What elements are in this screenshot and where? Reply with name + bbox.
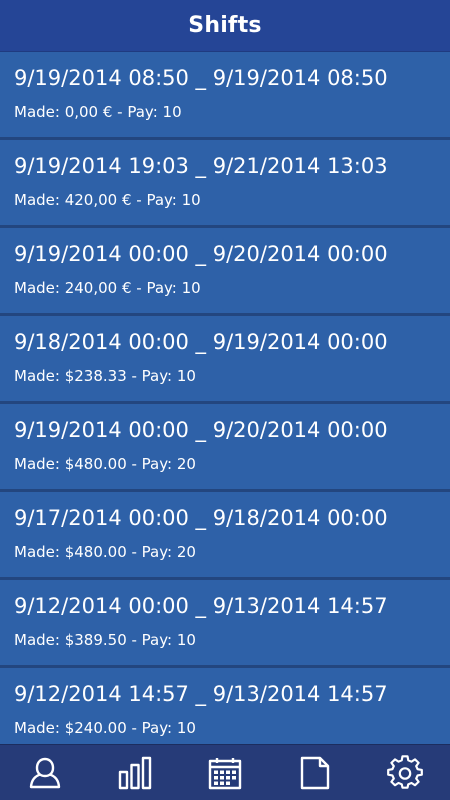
shift-date-range: 9/12/2014 14:57 _ 9/13/2014 14:57 <box>14 682 388 706</box>
shift-summary: Made: 0,00 € - Pay: 10 <box>14 103 182 121</box>
shift-summary: Made: $480.00 - Pay: 20 <box>14 455 196 473</box>
shift-summary: Made: $240.00 - Pay: 10 <box>14 719 196 737</box>
page-title: Shifts <box>188 13 262 38</box>
shift-summary: Made: $389.50 - Pay: 10 <box>14 631 196 649</box>
shift-summary: Made: $238.33 - Pay: 10 <box>14 367 196 385</box>
bottom-tab-bar <box>0 744 450 800</box>
shift-summary: Made: 240,00 € - Pay: 10 <box>14 279 201 297</box>
shift-date-range: 9/19/2014 19:03 _ 9/21/2014 13:03 <box>14 154 388 178</box>
shift-date-range: 9/17/2014 00:00 _ 9/18/2014 00:00 <box>14 506 388 530</box>
shift-date-range: 9/12/2014 00:00 _ 9/13/2014 14:57 <box>14 594 388 618</box>
tab-settings[interactable] <box>360 745 450 800</box>
calendar-icon <box>208 757 242 789</box>
shift-list-item[interactable]: 9/19/2014 00:00 _ 9/20/2014 00:00 Made: … <box>0 228 450 316</box>
settings-gear-icon <box>387 754 423 789</box>
shift-list-item[interactable]: 9/19/2014 19:03 _ 9/21/2014 13:03 Made: … <box>0 140 450 228</box>
shift-list-item[interactable]: 9/17/2014 00:00 _ 9/18/2014 00:00 Made: … <box>0 492 450 580</box>
shift-date-range: 9/19/2014 00:00 _ 9/20/2014 00:00 <box>14 242 388 266</box>
shift-list-item[interactable]: 9/19/2014 08:50 _ 9/19/2014 08:50 Made: … <box>0 52 450 140</box>
shift-list[interactable]: 9/19/2014 08:50 _ 9/19/2014 08:50 Made: … <box>0 52 450 744</box>
shift-list-item[interactable]: 9/12/2014 14:57 _ 9/13/2014 14:57 Made: … <box>0 668 450 744</box>
shift-summary: Made: $480.00 - Pay: 20 <box>14 543 196 561</box>
tab-reports[interactable] <box>270 745 360 800</box>
shift-list-item[interactable]: 9/18/2014 00:00 _ 9/19/2014 00:00 Made: … <box>0 316 450 404</box>
tab-stats[interactable] <box>90 745 180 800</box>
header-bar: Shifts <box>0 0 450 52</box>
shift-summary: Made: 420,00 € - Pay: 10 <box>14 191 201 209</box>
shift-date-range: 9/19/2014 08:50 _ 9/19/2014 08:50 <box>14 66 388 90</box>
profile-icon <box>29 757 61 788</box>
document-icon <box>300 756 330 789</box>
shift-list-item[interactable]: 9/19/2014 00:00 _ 9/20/2014 00:00 Made: … <box>0 404 450 492</box>
bar-chart-icon <box>118 756 152 789</box>
tab-calendar[interactable] <box>180 745 270 800</box>
shift-date-range: 9/18/2014 00:00 _ 9/19/2014 00:00 <box>14 330 388 354</box>
tab-profile[interactable] <box>0 745 90 800</box>
shift-list-item[interactable]: 9/12/2014 00:00 _ 9/13/2014 14:57 Made: … <box>0 580 450 668</box>
shift-date-range: 9/19/2014 00:00 _ 9/20/2014 00:00 <box>14 418 388 442</box>
app-screen: Shifts 9/19/2014 08:50 _ 9/19/2014 08:50… <box>0 0 450 800</box>
